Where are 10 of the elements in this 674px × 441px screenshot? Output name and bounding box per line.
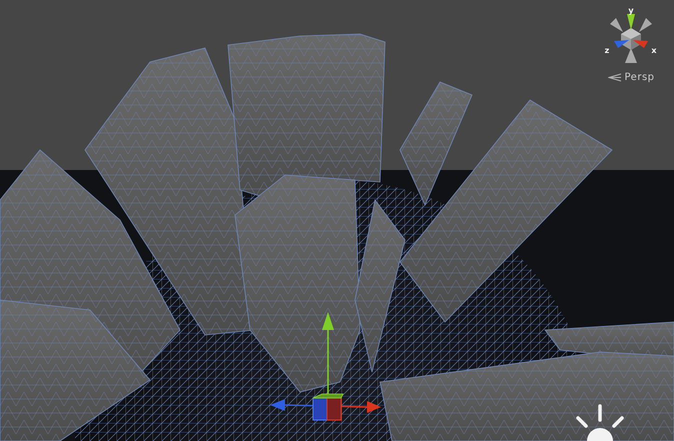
axis-label: y xyxy=(628,8,634,15)
move-gizmo-drawing[interactable] xyxy=(270,312,381,420)
axis-label: x xyxy=(651,46,657,55)
axis-cone[interactable] xyxy=(627,14,635,30)
axis-cone[interactable] xyxy=(614,40,629,48)
axis-gizmo-drawing[interactable] xyxy=(610,14,652,63)
projection-toggle[interactable]: Persp xyxy=(608,72,654,83)
perspective-icon xyxy=(608,73,622,82)
light-icon[interactable] xyxy=(576,404,624,441)
axis-label: z xyxy=(604,46,610,55)
